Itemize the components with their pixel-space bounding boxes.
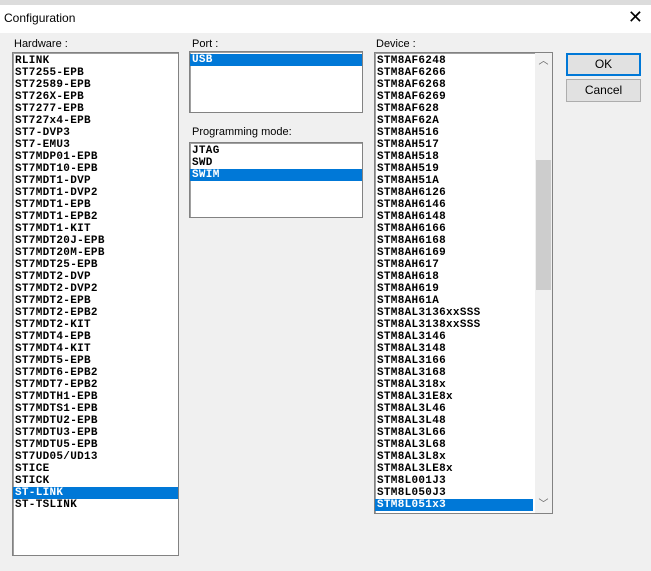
hardware-label: Hardware : bbox=[14, 38, 68, 50]
device-item[interactable]: STM8AL3L46 bbox=[375, 403, 533, 415]
hardware-item[interactable]: ST7MDTH1-EPB bbox=[13, 391, 178, 403]
programming-mode-item[interactable]: SWIM bbox=[190, 169, 362, 181]
hardware-item[interactable]: ST7MDTU2-EPB bbox=[13, 415, 178, 427]
programming-mode-label: Programming mode: bbox=[192, 126, 292, 138]
hardware-item[interactable]: ST7MDT5-EPB bbox=[13, 355, 178, 367]
hardware-item[interactable]: ST-LINK bbox=[13, 487, 178, 499]
hardware-item[interactable]: ST7MDP01-EPB bbox=[13, 151, 178, 163]
device-item[interactable]: STM8AL3148 bbox=[375, 343, 533, 355]
hardware-item[interactable]: ST7-EMU3 bbox=[13, 139, 178, 151]
hardware-item[interactable]: ST7MDT2-DVP bbox=[13, 271, 178, 283]
device-item[interactable]: STM8AF62A bbox=[375, 115, 533, 127]
device-item[interactable]: STM8AL3L8x bbox=[375, 451, 533, 463]
device-item[interactable]: STM8AL3L48 bbox=[375, 415, 533, 427]
device-item[interactable]: STM8AH618 bbox=[375, 271, 533, 283]
hardware-item[interactable]: ST7MDTS1-EPB bbox=[13, 403, 178, 415]
device-item[interactable]: STM8AH516 bbox=[375, 127, 533, 139]
device-item[interactable]: STM8AL318x bbox=[375, 379, 533, 391]
device-item[interactable]: STM8AH6166 bbox=[375, 223, 533, 235]
device-item[interactable]: STM8L051x3 bbox=[375, 499, 533, 511]
device-item[interactable]: STM8AH6168 bbox=[375, 235, 533, 247]
hardware-item[interactable]: ST-TSLINK bbox=[13, 499, 178, 511]
device-item[interactable]: STM8AL3168 bbox=[375, 367, 533, 379]
hardware-item[interactable]: ST7MDT1-KIT bbox=[13, 223, 178, 235]
hardware-item[interactable]: ST7MDT7-EPB2 bbox=[13, 379, 178, 391]
hardware-item[interactable]: ST7255-EPB bbox=[13, 67, 178, 79]
device-item[interactable]: STM8L001J3 bbox=[375, 475, 533, 487]
port-list[interactable]: USB bbox=[189, 51, 363, 113]
device-item[interactable]: STM8AL3LE8x bbox=[375, 463, 533, 475]
device-item[interactable]: STM8AH51A bbox=[375, 175, 533, 187]
device-item[interactable]: STM8AH519 bbox=[375, 163, 533, 175]
hardware-item[interactable]: ST727x4-EPB bbox=[13, 115, 178, 127]
device-item[interactable]: STM8AL3L68 bbox=[375, 439, 533, 451]
port-item[interactable]: USB bbox=[190, 54, 362, 66]
hardware-item[interactable]: ST7MDT20J-EPB bbox=[13, 235, 178, 247]
programming-mode-item[interactable]: SWD bbox=[190, 157, 362, 169]
hardware-item[interactable]: RLINK bbox=[13, 55, 178, 67]
device-item[interactable]: STM8AH617 bbox=[375, 259, 533, 271]
hardware-item[interactable]: STICE bbox=[13, 463, 178, 475]
device-item[interactable]: STM8AH6169 bbox=[375, 247, 533, 259]
device-item[interactable]: STM8AL31E8x bbox=[375, 391, 533, 403]
cancel-button[interactable]: Cancel bbox=[566, 79, 641, 102]
device-item[interactable]: STM8AL3L66 bbox=[375, 427, 533, 439]
device-list[interactable]: STM8AF6248 STM8AF6266 STM8AF6268 STM8AF6269… bbox=[374, 52, 553, 514]
hardware-item[interactable]: ST7MDT10-EPB bbox=[13, 163, 178, 175]
hardware-item[interactable]: ST7UD05/UD13 bbox=[13, 451, 178, 463]
device-item[interactable]: STM8AH61A bbox=[375, 295, 533, 307]
hardware-item[interactable]: ST7MDTU5-EPB bbox=[13, 439, 178, 451]
hardware-item[interactable]: ST7MDT2-EPB bbox=[13, 295, 178, 307]
hardware-item[interactable]: ST7MDT1-EPB bbox=[13, 199, 178, 211]
hardware-item[interactable]: ST7MDT4-KIT bbox=[13, 343, 178, 355]
hardware-item[interactable]: ST7MDT25-EPB bbox=[13, 259, 178, 271]
hardware-item[interactable]: ST7277-EPB bbox=[13, 103, 178, 115]
close-icon[interactable]: ✕ bbox=[628, 7, 643, 28]
hardware-item[interactable]: ST7MDT2-DVP2 bbox=[13, 283, 178, 295]
device-item[interactable]: STM8AH517 bbox=[375, 139, 533, 151]
device-item[interactable]: STM8L050J3 bbox=[375, 487, 533, 499]
title-bar: Configuration ✕ bbox=[0, 5, 651, 33]
device-item[interactable]: STM8AF6268 bbox=[375, 79, 533, 91]
device-item[interactable]: STM8AF628 bbox=[375, 103, 533, 115]
hardware-item[interactable]: ST7MDT20M-EPB bbox=[13, 247, 178, 259]
scrollbar-thumb[interactable] bbox=[536, 160, 551, 290]
device-item[interactable]: STM8AF6269 bbox=[375, 91, 533, 103]
hardware-item[interactable]: ST7MDT1-DVP bbox=[13, 175, 178, 187]
hardware-item[interactable]: ST7MDT2-KIT bbox=[13, 319, 178, 331]
device-item[interactable]: STM8AH6126 bbox=[375, 187, 533, 199]
scroll-down-icon[interactable]: ﹀ bbox=[535, 496, 552, 513]
device-item[interactable]: STM8AL3136xxSSS bbox=[375, 307, 533, 319]
port-label: Port : bbox=[192, 38, 219, 50]
ok-button[interactable]: OK bbox=[566, 53, 641, 76]
hardware-item[interactable]: ST7-DVP3 bbox=[13, 127, 178, 139]
device-item[interactable]: STM8AL3166 bbox=[375, 355, 533, 367]
hardware-item[interactable]: ST7MDT6-EPB2 bbox=[13, 367, 178, 379]
hardware-item[interactable]: ST7MDT4-EPB bbox=[13, 331, 178, 343]
device-item[interactable]: STM8AL3138xxSSS bbox=[375, 319, 533, 331]
hardware-list[interactable]: RLINK ST7255-EPB ST72589-EPB ST726X-EPB ST72… bbox=[12, 52, 179, 556]
device-item[interactable]: STM8AH6148 bbox=[375, 211, 533, 223]
device-item[interactable]: STM8AH6146 bbox=[375, 199, 533, 211]
hardware-item[interactable]: ST72589-EPB bbox=[13, 79, 178, 91]
hardware-item[interactable]: ST726X-EPB bbox=[13, 91, 178, 103]
device-item[interactable]: STM8AL3146 bbox=[375, 331, 533, 343]
hardware-item[interactable]: ST7MDT1-DVP2 bbox=[13, 187, 178, 199]
scroll-up-icon[interactable]: ︿ bbox=[535, 53, 552, 70]
hardware-item[interactable]: STICK bbox=[13, 475, 178, 487]
device-item[interactable]: STM8AF6248 bbox=[375, 55, 533, 67]
device-item[interactable]: STM8AF6266 bbox=[375, 67, 533, 79]
hardware-item[interactable]: ST7MDTU3-EPB bbox=[13, 427, 178, 439]
device-item[interactable]: STM8AH619 bbox=[375, 283, 533, 295]
window-title: Configuration bbox=[4, 11, 76, 25]
device-scrollbar[interactable]: ︿ ﹀ bbox=[535, 53, 552, 513]
programming-mode-list[interactable]: JTAG SWD SWIM bbox=[189, 142, 363, 218]
hardware-item[interactable]: ST7MDT1-EPB2 bbox=[13, 211, 178, 223]
device-item[interactable]: STM8AH518 bbox=[375, 151, 533, 163]
device-label: Device : bbox=[376, 38, 416, 50]
programming-mode-item[interactable]: JTAG bbox=[190, 145, 362, 157]
hardware-item[interactable]: ST7MDT2-EPB2 bbox=[13, 307, 178, 319]
